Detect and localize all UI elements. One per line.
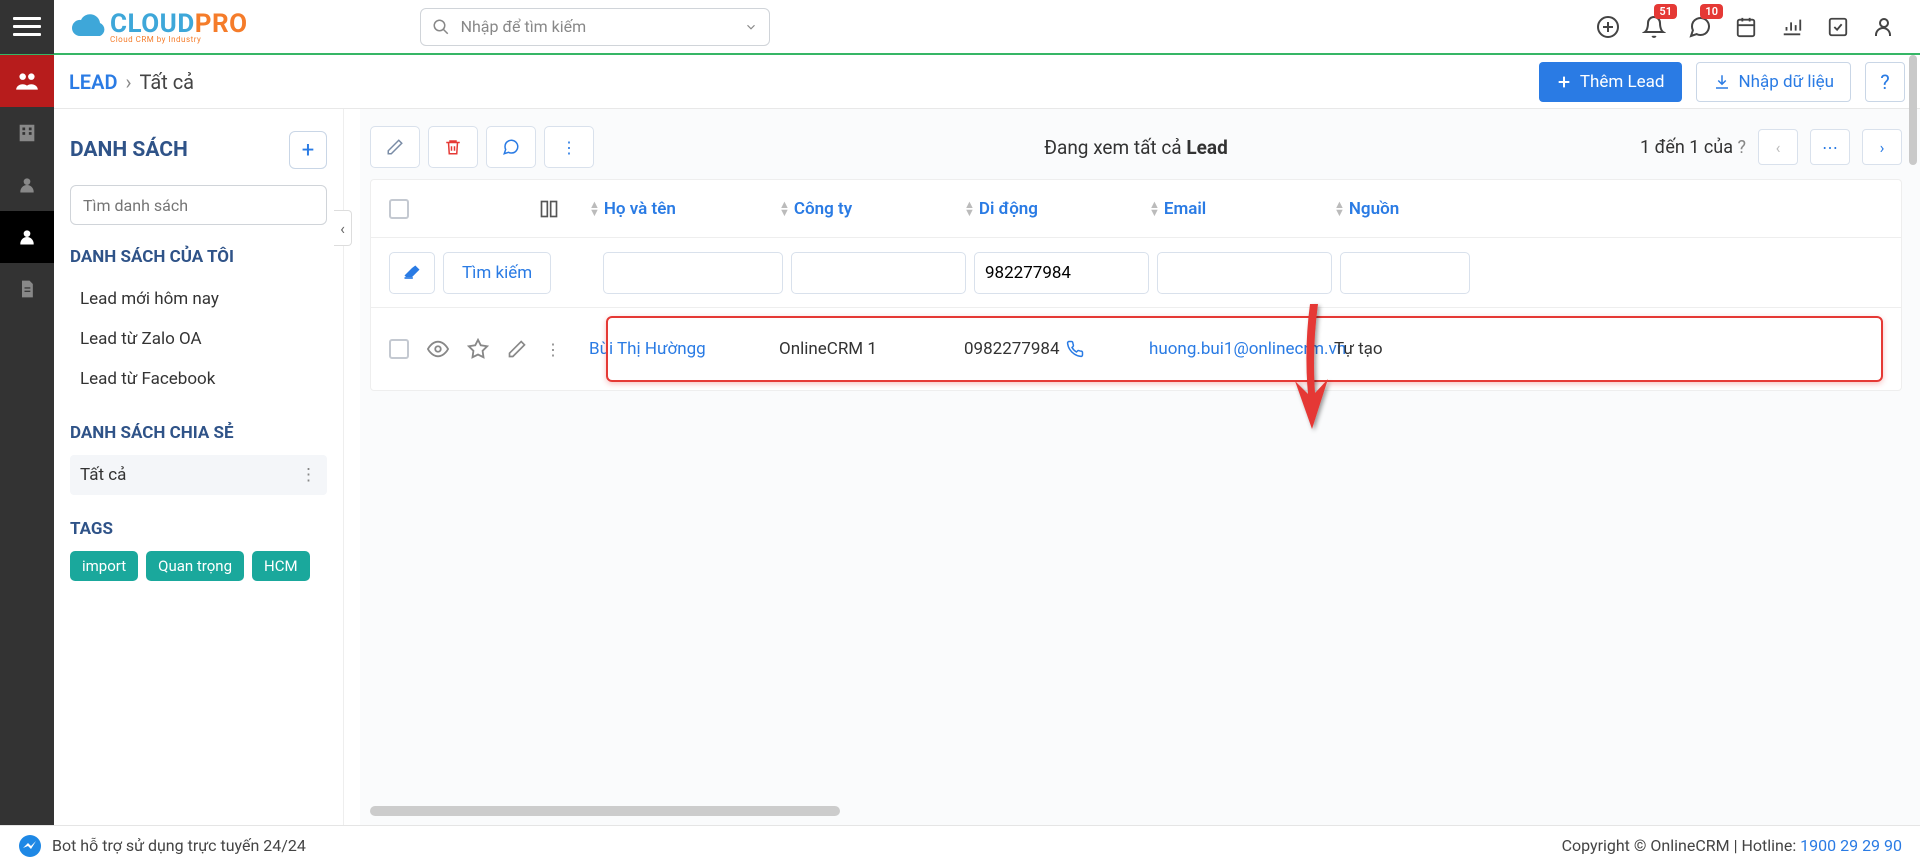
pager-info: 1 đến 1 của ? — [1640, 137, 1746, 158]
download-icon — [1713, 73, 1731, 91]
list-search-input[interactable] — [70, 185, 327, 225]
pager-next-button[interactable]: › — [1862, 129, 1902, 165]
footer-copyright: Copyright © OnlineCRM — [1562, 836, 1730, 855]
tag-chip[interactable]: HCM — [252, 551, 310, 581]
edit-button[interactable] — [370, 126, 420, 168]
clear-filters-button[interactable] — [389, 252, 435, 294]
pager-prev-button[interactable]: ‹ — [1758, 129, 1798, 165]
my-lists-header: DANH SÁCH CỦA TÔI — [70, 247, 327, 267]
cell-name[interactable]: Bùi Thị Hườngg — [589, 339, 779, 359]
search-icon — [432, 18, 450, 36]
col-phone-header[interactable]: ▲▼Di động — [964, 199, 1149, 219]
pager-more-button[interactable]: ⋯ — [1810, 129, 1850, 165]
vertical-scrollbar[interactable] — [1909, 55, 1917, 165]
cell-source: Tự tạo — [1334, 339, 1474, 359]
filter-source-input[interactable] — [1340, 252, 1470, 294]
leads-table: ▲▼Họ và tên ▲▼Công ty ▲▼Di động ▲▼Email … — [370, 179, 1902, 391]
plus-icon — [1556, 74, 1572, 90]
col-company-header[interactable]: ▲▼Công ty — [779, 199, 964, 219]
star-icon[interactable] — [467, 338, 489, 360]
row-checkbox[interactable] — [389, 339, 409, 359]
tag-chip[interactable]: import — [70, 551, 138, 581]
apply-search-button[interactable]: Tìm kiếm — [443, 252, 551, 294]
list-item-all[interactable]: Tất cả ⋮ — [70, 455, 327, 495]
chevron-down-icon[interactable] — [744, 20, 758, 34]
more-actions-button[interactable]: ⋮ — [544, 126, 594, 168]
import-button[interactable]: Nhập dữ liệu — [1696, 62, 1851, 102]
col-email-header[interactable]: ▲▼Email — [1149, 199, 1334, 219]
nav-docs[interactable] — [0, 263, 54, 315]
nav-contacts[interactable] — [0, 55, 54, 107]
global-search — [420, 8, 770, 46]
breadcrumb-module[interactable]: LEAD — [69, 70, 117, 94]
tag-chip[interactable]: Quan trọng — [146, 551, 244, 581]
cloud-icon — [66, 9, 110, 45]
notification-badge: 51 — [1654, 4, 1677, 19]
notifications-button[interactable]: 51 — [1633, 6, 1675, 48]
layout-toggle[interactable] — [539, 199, 589, 219]
nav-companies[interactable] — [0, 107, 54, 159]
module-nav — [0, 55, 54, 825]
list-item[interactable]: Lead từ Facebook — [70, 359, 327, 399]
breadcrumb-view: Tất cả — [139, 70, 194, 94]
add-lead-button[interactable]: Thêm Lead — [1539, 62, 1682, 102]
footer-bot-text: Bot hỗ trợ sử dụng trực tuyến 24/24 — [52, 836, 306, 855]
analytics-button[interactable] — [1771, 6, 1813, 48]
filter-name-input[interactable] — [603, 252, 783, 294]
lists-title: DANH SÁCH — [70, 138, 188, 162]
add-lead-label: Thêm Lead — [1580, 72, 1665, 92]
messenger-icon[interactable] — [18, 834, 42, 858]
calendar-button[interactable] — [1725, 6, 1767, 48]
nav-lead[interactable] — [0, 211, 54, 263]
cell-company: OnlineCRM 1 — [779, 339, 964, 359]
import-label: Nhập dữ liệu — [1739, 72, 1834, 92]
horizontal-scrollbar[interactable] — [370, 806, 840, 816]
footer-hotline-label: Hotline: — [1741, 836, 1800, 855]
list-item[interactable]: Lead mới hôm nay — [70, 279, 327, 319]
menu-button[interactable] — [0, 0, 54, 54]
lists-panel: DANH SÁCH + DANH SÁCH CỦA TÔI Lead mới h… — [54, 109, 344, 825]
delete-button[interactable] — [428, 126, 478, 168]
profile-button[interactable] — [1863, 6, 1905, 48]
filter-phone-input[interactable] — [974, 252, 1149, 294]
phone-icon[interactable] — [1066, 340, 1084, 358]
shared-lists-header: DANH SÁCH CHIA SẺ — [70, 423, 327, 443]
messages-button[interactable]: 10 — [1679, 6, 1721, 48]
subheader: LEAD › Tất cả Thêm Lead Nhập dữ liệu ? — [54, 55, 1920, 109]
cell-phone: 0982277984 — [964, 339, 1149, 359]
preview-icon[interactable] — [427, 338, 449, 360]
logo[interactable]: CLOUDPRO Cloud CRM by Industry — [54, 0, 260, 54]
comment-button[interactable] — [486, 126, 536, 168]
table-row: ⋮ Bùi Thị Hườngg OnlineCRM 1 0982277984 … — [371, 308, 1901, 390]
filter-company-input[interactable] — [791, 252, 966, 294]
list-item-label: Tất cả — [80, 465, 126, 485]
footer: Bot hỗ trợ sử dụng trực tuyến 24/24 Copy… — [0, 825, 1920, 865]
tags-header: TAGS — [70, 519, 327, 539]
list-item[interactable]: Lead từ Zalo OA — [70, 319, 327, 359]
collapse-panel-button[interactable]: ‹ — [334, 210, 352, 246]
col-source-header[interactable]: ▲▼Nguồn — [1334, 199, 1474, 219]
quick-add-button[interactable] — [1587, 6, 1629, 48]
more-icon[interactable]: ⋮ — [300, 465, 317, 485]
breadcrumb: LEAD › Tất cả — [69, 70, 194, 94]
nav-person[interactable] — [0, 159, 54, 211]
filter-email-input[interactable] — [1157, 252, 1332, 294]
viewing-label: Đang xem tất cả Lead — [1044, 136, 1228, 159]
col-name-header[interactable]: ▲▼Họ và tên — [589, 199, 779, 219]
cell-email[interactable]: huong.bui1@onlinecrm.vn — [1149, 339, 1334, 359]
footer-hotline[interactable]: 1900 29 29 90 — [1800, 836, 1902, 855]
global-search-input[interactable] — [420, 8, 770, 46]
chevron-right-icon: › — [125, 70, 131, 94]
edit-row-icon[interactable] — [507, 339, 527, 359]
tasks-button[interactable] — [1817, 6, 1859, 48]
row-more-icon[interactable]: ⋮ — [545, 340, 561, 359]
messages-badge: 10 — [1700, 4, 1723, 19]
help-button[interactable]: ? — [1865, 62, 1905, 102]
add-list-button[interactable]: + — [289, 131, 327, 169]
select-all-checkbox[interactable] — [389, 199, 409, 219]
